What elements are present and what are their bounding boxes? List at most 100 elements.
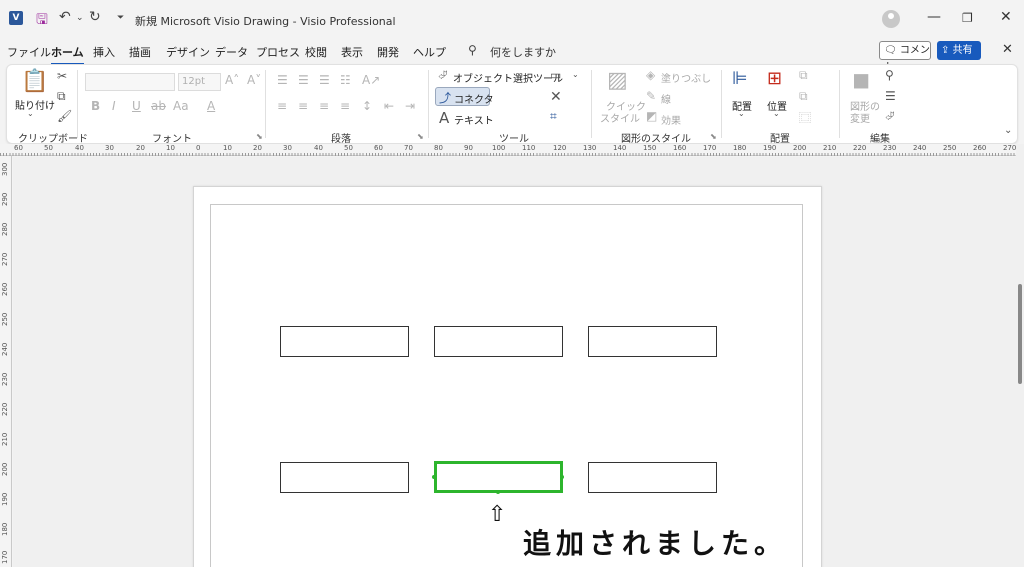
- quick-styles-label-2[interactable]: スタイル: [600, 110, 640, 125]
- effects-icon[interactable]: ◩: [646, 109, 657, 123]
- align-shapes-icon[interactable]: ⊫: [732, 68, 748, 89]
- font-name-input[interactable]: [85, 73, 175, 91]
- align-middle-icon[interactable]: ☰: [298, 73, 309, 87]
- find-icon[interactable]: ⚲: [885, 68, 894, 82]
- align-top-icon[interactable]: ☰: [277, 73, 288, 87]
- text-direction-icon[interactable]: A↗: [362, 73, 380, 87]
- underline-icon[interactable]: U: [132, 99, 141, 113]
- italic-icon[interactable]: I: [112, 99, 116, 113]
- font-dialog-launcher-icon[interactable]: ⬊: [256, 132, 263, 141]
- format-painter-icon[interactable]: 🖌: [57, 109, 72, 123]
- customize-toolbar-icon[interactable]: ⏷: [117, 13, 124, 23]
- save-icon[interactable]: 🖫: [36, 9, 48, 33]
- copy-icon[interactable]: ⧉: [57, 89, 66, 104]
- align-dropdown-icon[interactable]: ⌄: [738, 109, 745, 118]
- close-document-icon[interactable]: ✕: [1002, 42, 1013, 57]
- align-center-icon[interactable]: ≡: [298, 99, 308, 113]
- scrollbar-thumb[interactable]: [1018, 284, 1022, 384]
- text-tool-icon[interactable]: A: [439, 109, 449, 127]
- select-icon[interactable]: ⮰: [885, 109, 895, 124]
- window-title: 新規 Microsoft Visio Drawing - Visio Profe…: [135, 15, 396, 28]
- redo-icon[interactable]: ↻: [89, 9, 101, 25]
- ruler-label: 180: [733, 144, 747, 152]
- line-button[interactable]: 線: [661, 91, 671, 106]
- minimize-icon[interactable]: —: [927, 9, 941, 25]
- connection-handle[interactable]: [496, 490, 500, 494]
- increase-indent-icon[interactable]: ⇥: [405, 99, 415, 113]
- shape-styles-dialog-launcher-icon[interactable]: ⬊: [710, 132, 717, 141]
- bullets-icon[interactable]: ☷: [340, 73, 351, 87]
- rectangle-shape[interactable]: [588, 326, 717, 357]
- ruler-label: 120: [553, 144, 567, 152]
- shrink-font-icon[interactable]: A˅: [247, 73, 261, 87]
- connection-handle[interactable]: [560, 475, 564, 479]
- rectangle-shape[interactable]: [588, 462, 717, 493]
- justify-icon[interactable]: ≡: [340, 99, 350, 113]
- paste-icon[interactable]: 📋: [21, 69, 48, 94]
- send-backward-icon[interactable]: ⧉: [799, 89, 808, 104]
- tab-review[interactable]: 校閲: [305, 44, 327, 60]
- paragraph-dialog-launcher-icon[interactable]: ⬊: [417, 132, 424, 141]
- tab-draw[interactable]: 描画: [129, 44, 151, 60]
- pointer-tool-button[interactable]: オブジェクト選択ツール: [453, 70, 563, 85]
- tab-developer[interactable]: 開発: [377, 44, 399, 60]
- rectangle-shape[interactable]: [434, 326, 563, 357]
- effects-button[interactable]: 効果: [661, 112, 681, 127]
- grow-font-icon[interactable]: A˄: [225, 73, 239, 87]
- font-color-icon[interactable]: A: [207, 99, 215, 113]
- close-icon[interactable]: ✕: [1000, 9, 1012, 25]
- align-right-icon[interactable]: ≡: [319, 99, 329, 113]
- connection-point-icon[interactable]: ✕: [550, 89, 562, 105]
- vertical-scrollbar[interactable]: [1016, 144, 1024, 567]
- cut-icon[interactable]: ✂: [57, 69, 67, 83]
- line-spacing-icon[interactable]: ↕: [362, 99, 372, 113]
- comment-button[interactable]: 🗨 コメント: [879, 41, 931, 73]
- text-tool-button[interactable]: テキスト: [454, 112, 494, 127]
- rectangle-shape[interactable]: [280, 326, 409, 357]
- fill-icon[interactable]: ◈: [646, 68, 655, 82]
- crop-tool-icon[interactable]: ⌗: [550, 109, 557, 124]
- change-case-icon[interactable]: Aa: [173, 99, 189, 113]
- bold-icon[interactable]: B: [91, 99, 100, 113]
- tab-home[interactable]: ホーム: [51, 44, 84, 65]
- font-size-input[interactable]: 12pt: [178, 73, 221, 91]
- bring-forward-icon[interactable]: ⧉: [799, 68, 808, 83]
- undo-dropdown-icon[interactable]: ⌄: [76, 13, 84, 23]
- connection-handle[interactable]: [432, 475, 436, 479]
- search-icon[interactable]: ⚲: [468, 43, 477, 57]
- tab-process[interactable]: プロセス: [256, 44, 300, 60]
- change-shape-icon[interactable]: ◼: [852, 68, 870, 93]
- rectangle-tool-icon[interactable]: ▭: [550, 68, 561, 82]
- selected-rectangle-shape[interactable]: [434, 461, 563, 493]
- position-icon[interactable]: ⊞: [767, 68, 782, 89]
- tab-design[interactable]: デザイン: [166, 44, 210, 60]
- tab-file[interactable]: ファイル: [7, 44, 51, 60]
- decrease-indent-icon[interactable]: ⇤: [384, 99, 394, 113]
- pointer-tool-icon[interactable]: ⮰: [438, 68, 448, 83]
- tab-view[interactable]: 表示: [341, 44, 363, 60]
- tell-me-search[interactable]: 何をしますか: [490, 44, 556, 60]
- collapse-ribbon-icon[interactable]: ⌄: [1004, 125, 1012, 136]
- group-icon[interactable]: ⿴: [799, 109, 811, 126]
- align-left-icon[interactable]: ≡: [277, 99, 287, 113]
- rectangle-shape[interactable]: [280, 462, 409, 493]
- align-bottom-icon[interactable]: ☰: [319, 73, 330, 87]
- tab-insert[interactable]: 挿入: [93, 44, 115, 60]
- line-icon[interactable]: ✎: [646, 89, 656, 103]
- paste-dropdown-icon[interactable]: ⌄: [27, 109, 34, 118]
- fill-button[interactable]: 塗りつぶし: [661, 70, 711, 85]
- paste-button[interactable]: 貼り付け: [15, 97, 55, 112]
- undo-icon[interactable]: ↶: [59, 9, 71, 25]
- account-avatar[interactable]: [882, 10, 900, 28]
- strikethrough-icon[interactable]: ab: [151, 99, 166, 113]
- position-dropdown-icon[interactable]: ⌄: [773, 109, 780, 118]
- quick-styles-icon[interactable]: ▨: [607, 68, 628, 93]
- layers-icon[interactable]: ☰: [885, 89, 896, 103]
- tab-help[interactable]: ヘルプ: [413, 44, 446, 60]
- change-shape-label-2[interactable]: 変更: [850, 110, 870, 125]
- ruler-label: 10: [166, 144, 175, 152]
- shape-dropdown-icon[interactable]: ⌄: [572, 70, 579, 79]
- tab-data[interactable]: データ: [215, 44, 248, 60]
- share-button[interactable]: ⇪ 共有: [937, 41, 981, 60]
- restore-icon[interactable]: ❐: [962, 11, 973, 25]
